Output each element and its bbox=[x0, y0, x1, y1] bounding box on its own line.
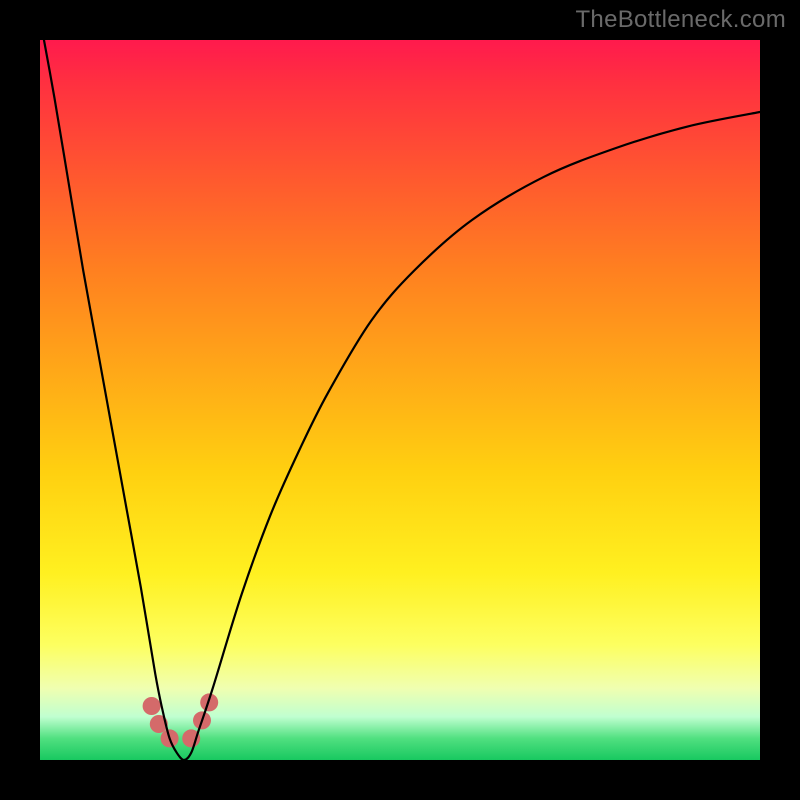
curve-svg bbox=[40, 40, 760, 760]
bottleneck-curve bbox=[40, 40, 760, 760]
plot-area bbox=[40, 40, 760, 760]
chart-frame: TheBottleneck.com bbox=[0, 0, 800, 800]
watermark-text: TheBottleneck.com bbox=[575, 6, 786, 34]
curve-marker bbox=[143, 697, 161, 715]
marker-group bbox=[143, 693, 219, 747]
